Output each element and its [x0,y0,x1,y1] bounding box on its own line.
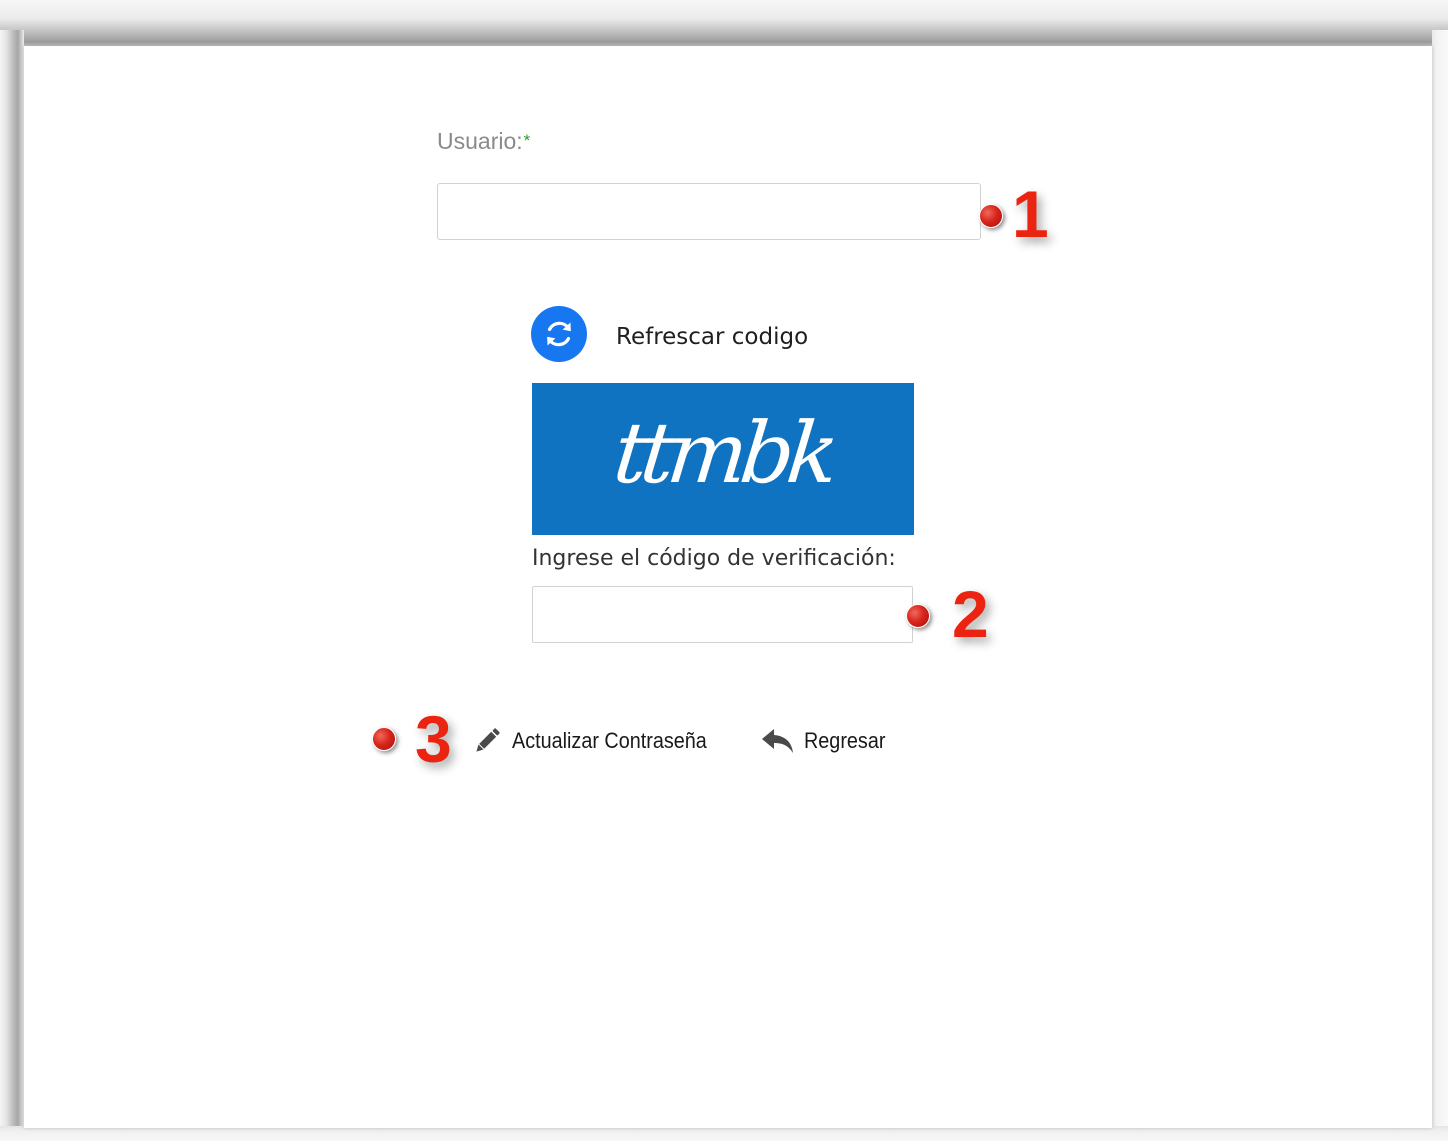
window-frame-top [0,0,1448,50]
back-button[interactable]: Regresar [760,720,894,762]
update-password-label: Actualizar Contraseña [512,728,707,753]
refresh-icon [547,321,571,347]
annotation-number-2: 2 [952,577,989,651]
required-mark: * [523,131,531,150]
captcha-image: ttmbk [532,383,914,535]
annotation-number-1: 1 [1012,177,1049,251]
refresh-code-link[interactable]: Refrescar codigo [616,324,808,350]
verification-code-input[interactable] [532,586,913,643]
usuario-label: Usuario:* [437,128,530,155]
usuario-label-text: Usuario: [437,128,523,154]
verification-code-label: Ingrese el código de verificación: [532,546,896,571]
captcha-text: ttmbk [609,404,837,502]
annotation-number-3: 3 [415,702,452,776]
annotation-dot-3 [372,727,396,751]
usuario-input[interactable] [437,183,981,240]
refresh-code-button[interactable] [531,306,587,362]
back-label: Regresar [804,728,886,753]
reply-icon [760,725,796,757]
annotation-dot-2 [906,604,930,628]
window-frame-left [0,30,24,1141]
pencil-icon [470,724,504,758]
update-password-button[interactable]: Actualizar Contraseña [470,720,728,762]
annotation-dot-1 [979,204,1003,228]
window-frame-right [1432,30,1448,1141]
window-frame-bottom [0,1126,1448,1141]
